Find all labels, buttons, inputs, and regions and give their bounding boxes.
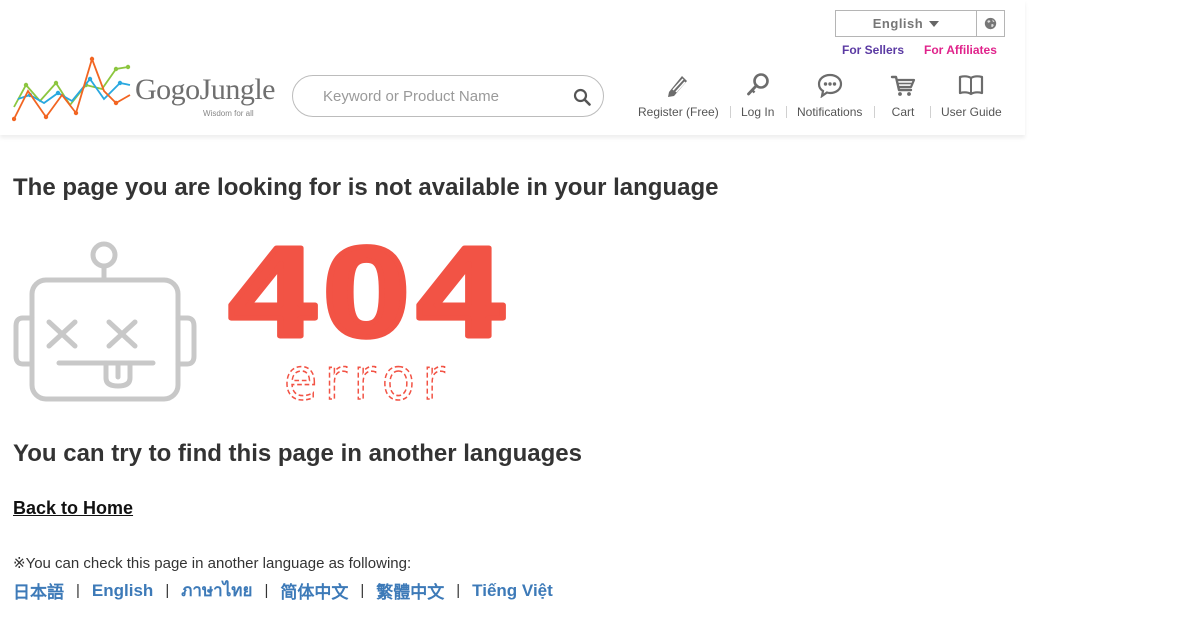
nav-divider (786, 106, 787, 118)
nav-divider (730, 106, 731, 118)
nav-divider (930, 106, 931, 118)
search-box (292, 75, 604, 117)
search-icon[interactable] (573, 88, 591, 106)
nav-login[interactable]: Log In (741, 72, 774, 119)
nav-user-guide[interactable]: User Guide (941, 72, 1002, 119)
page-subtitle: You can try to find this page in another… (13, 440, 582, 467)
nav-notifications[interactable]: Notifications (797, 72, 862, 119)
error-word-text: error (284, 345, 452, 408)
cart-icon (890, 75, 916, 96)
language-separator: | (264, 582, 269, 599)
globe-icon (984, 17, 997, 30)
nav-notifications-label: Notifications (797, 105, 863, 119)
for-affiliates-link[interactable]: For Affiliates (924, 43, 997, 57)
nav-cart[interactable]: Cart (890, 72, 916, 119)
nav-user-guide-label: User Guide (941, 105, 1002, 119)
broken-robot-icon (13, 241, 197, 402)
language-separator: | (456, 582, 461, 599)
site-header: English For Sellers For Affiliates GogoJ… (0, 0, 1025, 135)
nav-divider (874, 106, 875, 118)
language-separator: | (165, 582, 170, 599)
for-sellers-link[interactable]: For Sellers (842, 43, 904, 57)
key-icon (746, 73, 769, 96)
error-404-graphic: 404 error (222, 236, 518, 408)
logo-tagline: Wisdom for all (203, 109, 254, 118)
chat-bubble-icon (817, 73, 842, 98)
logo-chart-icon (12, 56, 131, 122)
globe-button[interactable] (977, 11, 1004, 36)
nav-cart-label: Cart (891, 105, 915, 119)
language-link-zh-tw[interactable]: 繁體中文 (376, 578, 444, 603)
language-link-en[interactable]: English (92, 581, 153, 601)
language-dropdown[interactable]: English (836, 11, 977, 36)
caret-down-icon (929, 21, 940, 27)
nav-login-label: Log In (741, 105, 775, 119)
language-selector[interactable]: English (835, 10, 1005, 37)
error-code: 404 error (227, 236, 508, 408)
language-link-ja[interactable]: 日本語 (13, 578, 64, 603)
language-link-vi[interactable]: Tiếng Việt (472, 581, 553, 601)
nav-register[interactable]: Register (Free) (638, 72, 719, 119)
logo-wordmark: GogoJungle (135, 73, 276, 106)
book-icon (959, 75, 984, 96)
language-current-label: English (872, 16, 924, 31)
search-input[interactable] (323, 86, 563, 106)
back-to-home-link[interactable]: Back to Home (13, 498, 133, 519)
language-separator: | (360, 582, 365, 599)
language-link-zh-cn[interactable]: 简体中文 (280, 578, 348, 603)
site-logo[interactable]: GogoJungle Wisdom for all (12, 55, 276, 123)
language-link-th[interactable]: ภาษาไทย (181, 577, 252, 604)
pencil-icon (668, 76, 688, 97)
page-title: The page you are looking for is not avai… (13, 174, 719, 201)
language-note: ※You can check this page in another lang… (13, 555, 412, 572)
language-links: 日本語 | English | ภาษาไทย | 简体中文 | 繁體中文 | … (13, 577, 553, 604)
language-separator: | (76, 582, 80, 599)
nav-register-label: Register (Free) (638, 105, 719, 119)
